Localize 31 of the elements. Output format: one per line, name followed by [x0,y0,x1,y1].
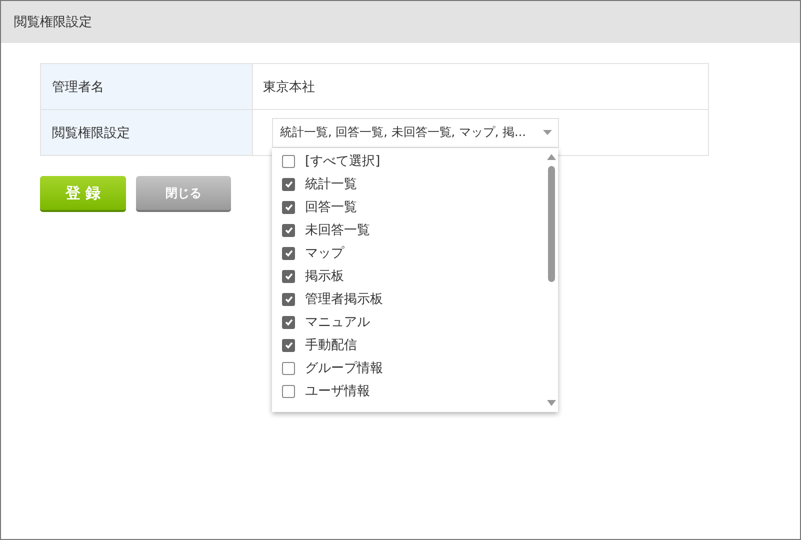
option-item[interactable]: グループ情報 [272,356,544,380]
option-item[interactable]: マップ [272,242,544,264]
option-item[interactable]: 手動配信 [272,334,544,356]
option-item[interactable]: [すべて選択] [272,150,544,172]
multiselect-field[interactable]: 統計一覧, 回答一覧, 未回答一覧, マップ, 掲... [272,118,559,148]
field-label: 管理者名 [41,64,253,109]
checkbox[interactable] [282,224,295,236]
checkbox[interactable] [282,246,295,260]
checkbox[interactable] [282,270,295,282]
field-label: 閲覧権限設定 [41,110,253,155]
option-item[interactable]: 統計一覧 [272,172,544,196]
checkbox[interactable] [282,338,295,352]
checkbox[interactable] [282,316,295,328]
option-item[interactable]: マニュアル [272,310,544,334]
scrollbar-thumb[interactable] [548,166,554,282]
option-item[interactable]: 未回答一覧 [272,218,544,242]
checkbox[interactable] [282,154,295,168]
option-item[interactable]: 掲示板 [272,264,544,288]
window-title: 閲覧権限設定 [14,14,92,31]
option-item[interactable]: 管理者掲示板 [272,288,544,310]
caret-icon [543,130,552,135]
checkbox[interactable] [282,384,295,398]
scroll-down-icon[interactable] [546,400,556,406]
checkbox[interactable] [282,200,295,214]
field-value: 東京本社 [263,78,315,96]
checkbox[interactable] [282,362,295,374]
checkbox[interactable] [282,292,295,306]
option-item[interactable]: ユーザ情報 [272,380,544,402]
checkbox[interactable] [282,178,295,190]
option-item[interactable]: 回答一覧 [272,196,544,218]
scroll-up-icon[interactable] [546,154,556,160]
